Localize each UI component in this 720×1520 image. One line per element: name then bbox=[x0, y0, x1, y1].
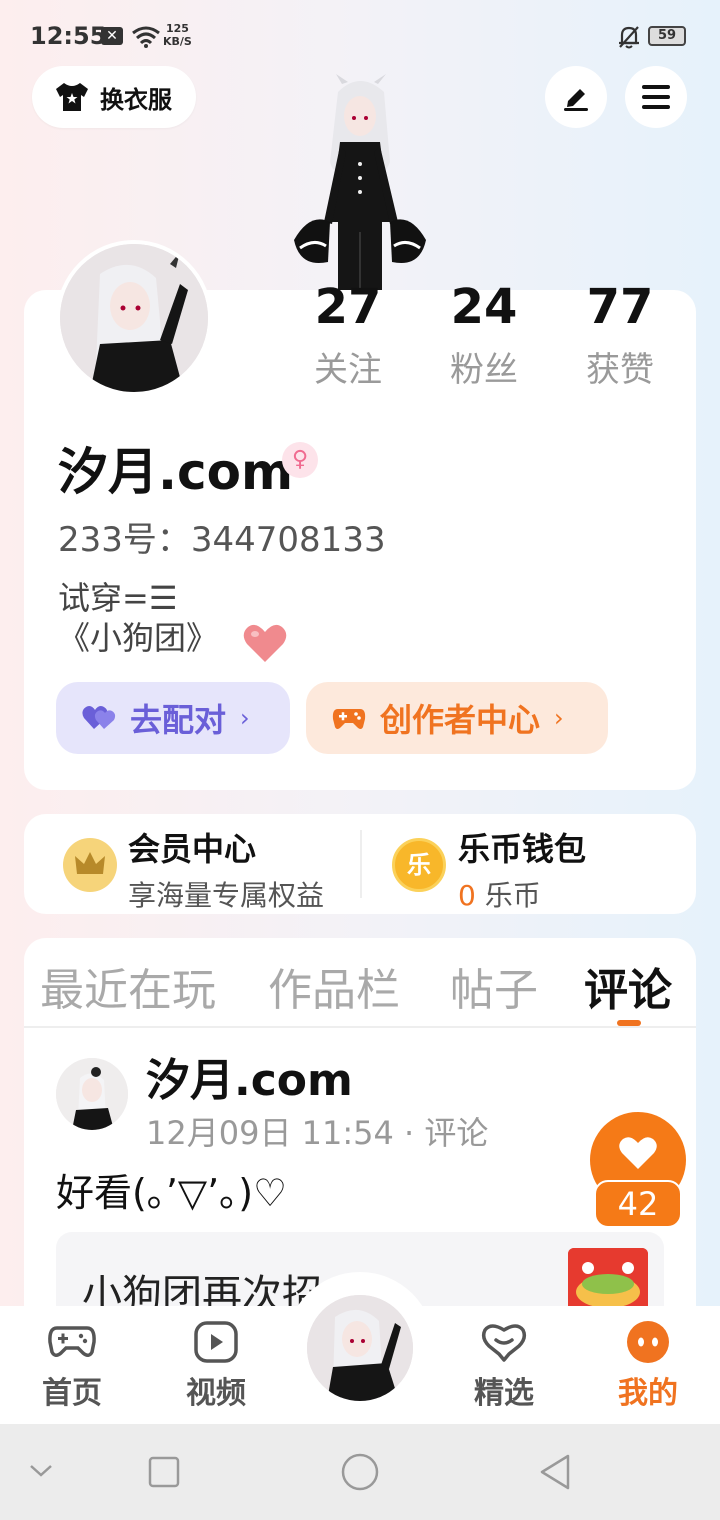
stat-likes[interactable]: 77 获赞 bbox=[560, 278, 680, 391]
shirt-icon bbox=[56, 83, 88, 111]
double-heart-icon bbox=[82, 706, 116, 729]
bell-off-icon bbox=[619, 26, 639, 49]
status-time: 12:55 bbox=[30, 22, 107, 50]
net-speed: 125 KB/S bbox=[163, 22, 192, 48]
chevron-down-icon[interactable] bbox=[28, 1460, 54, 1480]
video-play-icon bbox=[194, 1321, 238, 1363]
nav-featured-label: 精选 bbox=[474, 1376, 534, 1411]
post-author-avatar[interactable] bbox=[56, 1058, 128, 1130]
bio-line-1: 试穿=☰ bbox=[58, 579, 178, 617]
post-author-name[interactable]: 汐月.com bbox=[146, 1044, 353, 1108]
user-name: 汐月.com bbox=[58, 443, 294, 501]
system-nav-bar bbox=[0, 1424, 720, 1520]
smile-face-icon bbox=[627, 1321, 669, 1363]
user-bio: 试穿=☰ 《小狗团》 bbox=[58, 578, 218, 658]
profile-avatar[interactable] bbox=[56, 240, 212, 396]
tab-divider bbox=[24, 1026, 696, 1028]
stat-followers-label: 粉丝 bbox=[450, 350, 518, 390]
nav-mine[interactable]: 我的 bbox=[598, 1320, 698, 1412]
chevron-right-icon: › bbox=[554, 704, 564, 732]
change-outfit-label: 换衣服 bbox=[100, 85, 172, 114]
gamepad-icon bbox=[332, 709, 366, 729]
match-button[interactable]: 去配对 › bbox=[56, 682, 290, 754]
tab-recently-played[interactable]: 最近在玩 bbox=[40, 954, 216, 1018]
heart-emoji-icon bbox=[243, 624, 287, 662]
recent-apps-icon[interactable] bbox=[148, 1456, 180, 1488]
wifi-icon bbox=[132, 26, 160, 48]
post-text: 好看(｡’▽’｡)♡ bbox=[56, 1171, 288, 1215]
creator-center-label: 创作者中心 bbox=[380, 701, 541, 739]
tab-posts[interactable]: 帖子 bbox=[450, 954, 538, 1018]
nav-video[interactable]: 视频 bbox=[166, 1320, 266, 1412]
stat-likes-label: 获赞 bbox=[586, 350, 654, 390]
wallet-unit: 乐币 bbox=[475, 879, 541, 912]
match-label: 去配对 bbox=[130, 701, 227, 739]
back-triangle-icon[interactable] bbox=[536, 1452, 576, 1492]
heart-chat-icon bbox=[481, 1324, 527, 1362]
pen-icon bbox=[564, 89, 588, 111]
coin-icon[interactable]: 乐 bbox=[392, 838, 446, 892]
hamburger-menu-icon bbox=[642, 85, 670, 109]
divider bbox=[360, 830, 362, 898]
stat-following-label: 关注 bbox=[314, 350, 382, 390]
vip-center-title[interactable]: 会员中心 bbox=[128, 824, 256, 870]
gamepad-icon bbox=[48, 1326, 96, 1357]
post-meta: 12月09日 11:54 · 评论 bbox=[146, 1114, 489, 1152]
avatar-character-figure[interactable] bbox=[290, 72, 430, 290]
chevron-right-icon: › bbox=[240, 704, 250, 732]
creator-center-button[interactable]: 创作者中心 › bbox=[306, 682, 608, 754]
home-circle-icon[interactable] bbox=[340, 1452, 380, 1492]
like-count: 42 bbox=[594, 1180, 682, 1228]
stat-followers[interactable]: 24 粉丝 bbox=[424, 278, 544, 391]
crown-icon[interactable] bbox=[63, 838, 117, 892]
bio-line-2: 《小狗团》 bbox=[58, 619, 219, 657]
menu-button[interactable] bbox=[625, 66, 687, 128]
nav-home-label: 首页 bbox=[42, 1376, 102, 1411]
female-gender-icon: ♀ bbox=[282, 442, 318, 478]
edit-profile-button[interactable] bbox=[545, 66, 607, 128]
nav-mine-label: 我的 bbox=[618, 1376, 678, 1411]
stat-followers-count: 24 bbox=[450, 279, 518, 335]
stat-following-count: 27 bbox=[314, 279, 382, 335]
stat-likes-count: 77 bbox=[586, 279, 654, 335]
status-bar: 12:55 ✕ 125 KB/S 59 bbox=[0, 0, 720, 72]
quoted-post-thumbnail bbox=[568, 1248, 648, 1312]
wallet-balance: 0 乐币 bbox=[458, 874, 541, 914]
tab-comments[interactable]: 评论 bbox=[584, 954, 672, 1018]
wallet-title[interactable]: 乐币钱包 bbox=[458, 824, 586, 870]
nav-center-avatar[interactable] bbox=[304, 1292, 416, 1404]
nav-home[interactable]: 首页 bbox=[22, 1320, 122, 1412]
vip-center-subtitle: 享海量专属权益 bbox=[128, 879, 325, 912]
notification-badge-icon: ✕ bbox=[101, 27, 123, 45]
nav-featured[interactable]: 精选 bbox=[454, 1320, 554, 1412]
avatar-image bbox=[60, 244, 208, 392]
nav-video-label: 视频 bbox=[186, 1376, 246, 1411]
tab-works[interactable]: 作品栏 bbox=[268, 954, 400, 1018]
change-outfit-button[interactable]: 换衣服 bbox=[32, 66, 196, 128]
stat-following[interactable]: 27 关注 bbox=[288, 278, 408, 391]
heart-icon bbox=[619, 1137, 657, 1169]
battery-indicator: 59 bbox=[648, 26, 686, 46]
user-id: 233号：344708133 bbox=[58, 520, 386, 560]
wallet-amount: 0 bbox=[458, 879, 476, 912]
